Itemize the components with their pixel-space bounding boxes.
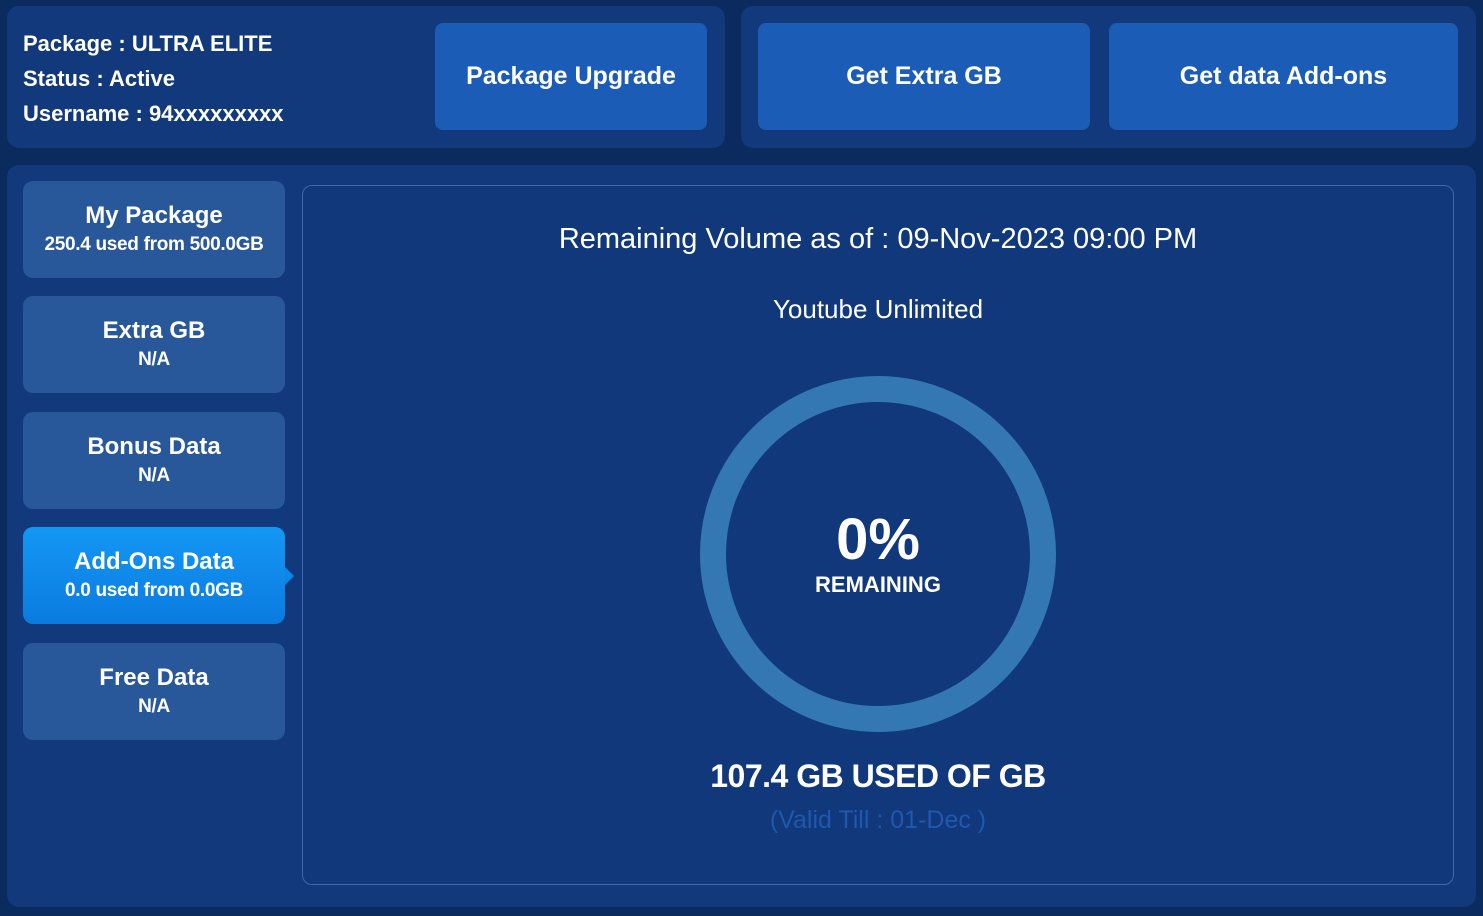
sidebar-item-subtitle: N/A — [138, 348, 170, 370]
package-name: Youtube Unlimited — [772, 294, 984, 324]
package-upgrade-button[interactable]: Package Upgrade — [435, 23, 707, 130]
remaining-label: REMAINING — [815, 572, 941, 597]
usage-panel: My Package 250.4 used from 500.0GB Extra… — [7, 165, 1476, 907]
sidebar-item-title: My Package — [85, 201, 223, 229]
remaining-percent: 0% — [836, 507, 920, 572]
sidebar-item-title: Add-Ons Data — [73, 547, 234, 575]
sidebar-item-extra-gb[interactable]: Extra GB N/A — [23, 296, 285, 393]
status-line: Status : Active — [23, 66, 176, 91]
sidebar-item-subtitle: N/A — [138, 464, 170, 486]
package-line: Package : ULTRA ELITE — [23, 31, 273, 56]
sidebar-item-subtitle: 250.4 used from 500.0GB — [44, 233, 264, 255]
sidebar-item-title: Free Data — [99, 663, 209, 691]
account-panel: Package : ULTRA ELITE Status : Active Us… — [7, 6, 725, 148]
actions-panel: Get Extra GB Get data Add-ons — [741, 6, 1476, 148]
get-data-addons-button[interactable]: Get data Add-ons — [1109, 23, 1458, 130]
username-line: Username : 94xxxxxxxxx — [23, 101, 284, 126]
sidebar-item-my-package[interactable]: My Package 250.4 used from 500.0GB — [23, 181, 285, 278]
account-info: Package : ULTRA ELITE Status : Active Us… — [23, 26, 284, 131]
used-volume: 107.4 GB USED OF GB — [710, 758, 1046, 794]
sidebar-item-free-data[interactable]: Free Data N/A — [23, 643, 285, 740]
sidebar-item-bonus-data[interactable]: Bonus Data N/A — [23, 412, 285, 509]
get-extra-gb-button[interactable]: Get Extra GB — [758, 23, 1090, 130]
usage-details: Remaining Volume as of : 09-Nov-2023 09:… — [302, 185, 1454, 885]
valid-till: (Valid Till : 01-Dec ) — [769, 806, 987, 834]
sidebar-item-title: Extra GB — [102, 316, 206, 344]
sidebar-item-title: Bonus Data — [87, 432, 221, 460]
sidebar-item-add-ons-data[interactable]: Add-Ons Data 0.0 used from 0.0GB — [23, 527, 294, 624]
sidebar-item-subtitle: N/A — [138, 695, 170, 717]
remaining-volume-title: Remaining Volume as of : 09-Nov-2023 09:… — [558, 223, 1198, 255]
sidebar-item-subtitle: 0.0 used from 0.0GB — [64, 579, 244, 601]
